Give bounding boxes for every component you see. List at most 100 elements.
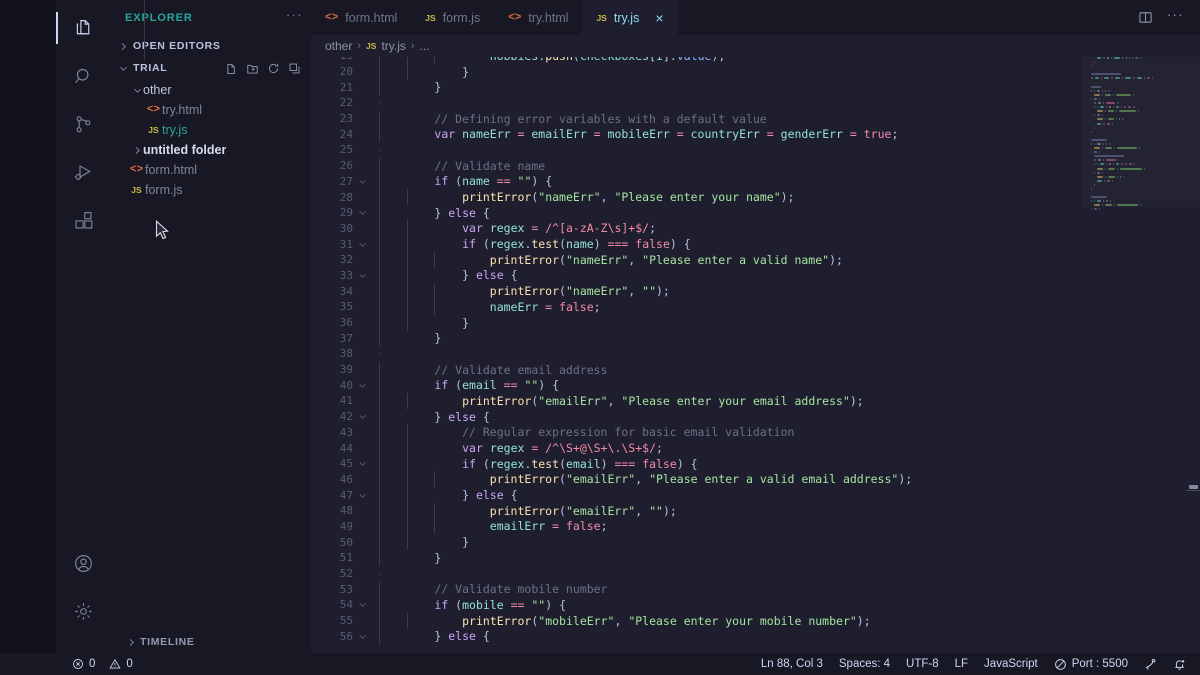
status-live-server[interactable]: Port : 5500 — [1054, 658, 1128, 671]
status-remote[interactable] — [1144, 658, 1157, 671]
code-token: , — [628, 252, 643, 267]
close-icon[interactable]: × — [655, 11, 663, 25]
section-open-editors[interactable]: OPEN EDITORS — [111, 35, 311, 57]
activity-item-search[interactable] — [56, 52, 111, 100]
split-editor-icon[interactable] — [1138, 10, 1153, 25]
fold-chevron-down-icon[interactable] — [355, 632, 369, 641]
code-line[interactable]: 41 printError("emailErr", "Please enter … — [311, 392, 1200, 409]
code-line[interactable]: 19 hobbies.push(checkboxes[i].value); — [311, 57, 1200, 64]
code-line[interactable]: 47 } else { — [311, 487, 1200, 504]
status-encoding[interactable]: UTF-8 — [906, 658, 939, 670]
fold-chevron-down-icon[interactable] — [355, 271, 369, 280]
code-line[interactable]: 29 } else { — [311, 204, 1200, 221]
code-line[interactable]: 30 var regex = /^[a-zA-Z\s]+$/; — [311, 220, 1200, 237]
status-problems[interactable]: 0 0 — [72, 658, 133, 670]
code-line[interactable]: 20 } — [311, 63, 1200, 80]
code-line[interactable]: 56 } else { — [311, 628, 1200, 645]
code-line[interactable]: 48 printError("emailErr", ""); — [311, 502, 1200, 519]
tree-item-untitled-folder[interactable]: untitled folder — [111, 140, 311, 160]
editor-scrollbar[interactable] — [1186, 57, 1200, 653]
fold-chevron-down-icon[interactable] — [355, 208, 369, 217]
code-line[interactable]: 50 } — [311, 534, 1200, 551]
activity-item-extensions[interactable] — [56, 196, 111, 244]
tab-form-html[interactable]: <> form.html — [311, 0, 412, 35]
tab-form-js[interactable]: JS form.js — [411, 0, 495, 35]
code-line[interactable]: 33 } else { — [311, 267, 1200, 284]
fold-chevron-down-icon[interactable] — [355, 240, 369, 249]
code-token: /^\S+@\S+\.\S+$/ — [545, 441, 656, 456]
editor-more-actions[interactable]: ··· — [1167, 8, 1184, 24]
status-indentation[interactable]: Spaces: 4 — [839, 658, 890, 670]
minimap-slider[interactable] — [1082, 57, 1200, 207]
new-folder-icon[interactable] — [246, 62, 259, 75]
tree-item-form-html[interactable]: <> form.html — [111, 160, 311, 180]
new-file-icon[interactable] — [225, 62, 238, 75]
tree-item-try-js[interactable]: JS try.js — [111, 120, 311, 140]
status-cursor-position[interactable]: Ln 88, Col 3 — [761, 658, 823, 670]
code-line[interactable]: 54 if (mobile == "") { — [311, 596, 1200, 613]
code-line[interactable]: 27 if (name == "") { — [311, 173, 1200, 190]
scrollbar-thumb[interactable] — [1189, 485, 1198, 489]
breadcrumb-folder[interactable]: other — [325, 39, 352, 53]
code-line[interactable]: 23 // Defining error variables with a de… — [311, 110, 1200, 127]
collapse-all-icon[interactable] — [288, 62, 301, 75]
fold-chevron-down-icon[interactable] — [355, 177, 369, 186]
code-line[interactable]: 32 printError("nameErr", "Please enter a… — [311, 251, 1200, 268]
code-line[interactable]: 55 printError("mobileErr", "Please enter… — [311, 612, 1200, 629]
code-line[interactable]: 46 printError("emailErr", "Please enter … — [311, 471, 1200, 488]
activity-item-accounts[interactable] — [56, 539, 111, 587]
activity-item-source-control[interactable] — [56, 100, 111, 148]
code-line[interactable]: 53 // Validate mobile number — [311, 581, 1200, 598]
code-line[interactable]: 40 if (email == "") { — [311, 377, 1200, 394]
code-line[interactable]: 34 printError("nameErr", ""); — [311, 283, 1200, 300]
refresh-icon[interactable] — [267, 62, 280, 75]
fold-chevron-down-icon[interactable] — [355, 459, 369, 468]
breadcrumb-file[interactable]: try.js — [381, 39, 405, 53]
tab-try-html[interactable]: <> try.html — [494, 0, 583, 35]
code-line[interactable]: 21 } — [311, 79, 1200, 96]
code-line[interactable]: 22 — [311, 95, 1200, 111]
section-workspace[interactable]: TRIAL — [111, 57, 311, 79]
code-line[interactable]: 39 // Validate email address — [311, 361, 1200, 378]
code-text: // Validate name — [369, 157, 545, 174]
code-line[interactable]: 24 var nameErr = emailErr = mobileErr = … — [311, 126, 1200, 143]
fold-chevron-down-icon[interactable] — [355, 412, 369, 421]
code-editor[interactable]: 19 hobbies.push(checkboxes[i].value);20 … — [311, 57, 1200, 653]
code-line[interactable]: 44 var regex = /^\S+@\S+\.\S+$/; — [311, 440, 1200, 457]
tree-item-form-js[interactable]: JS form.js — [111, 180, 311, 200]
code-line[interactable]: 52 — [311, 566, 1200, 582]
tab-try-js[interactable]: JS try.js × — [582, 0, 678, 35]
code-line[interactable]: 45 if (regex.test(email) === false) { — [311, 455, 1200, 472]
breadcrumb-symbol[interactable]: ... — [420, 39, 430, 53]
code-line[interactable]: 51 } — [311, 549, 1200, 566]
sidebar-more-actions[interactable]: ··· — [286, 8, 303, 26]
code-token: ; — [891, 127, 899, 142]
tree-item-try-html[interactable]: <> try.html — [111, 100, 311, 120]
code-line[interactable]: 36 } — [311, 314, 1200, 331]
code-token: ( — [573, 57, 580, 63]
status-eol[interactable]: LF — [955, 658, 968, 670]
code-line[interactable]: 42 } else { — [311, 408, 1200, 425]
code-line[interactable]: 49 emailErr = false; — [311, 518, 1200, 535]
activity-item-run-and-debug[interactable] — [56, 148, 111, 196]
code-line[interactable]: 38 — [311, 346, 1200, 362]
code-line[interactable]: 43 // Regular expression for basic email… — [311, 424, 1200, 441]
fold-chevron-down-icon[interactable] — [355, 491, 369, 500]
activity-item-explorer[interactable] — [56, 4, 111, 52]
tree-item-other[interactable]: other — [111, 80, 311, 100]
code-line[interactable]: 37 } — [311, 330, 1200, 347]
code-line[interactable]: 26 // Validate name — [311, 157, 1200, 174]
code-line[interactable]: 31 if (regex.test(name) === false) { — [311, 236, 1200, 253]
fold-chevron-down-icon[interactable] — [355, 381, 369, 390]
code-line[interactable]: 35 nameErr = false; — [311, 298, 1200, 315]
code-token: } — [379, 80, 442, 95]
section-timeline[interactable]: TIMELINE — [111, 631, 311, 653]
fold-chevron-down-icon[interactable] — [355, 600, 369, 609]
code-line[interactable]: 28 printError("nameErr", "Please enter y… — [311, 189, 1200, 206]
line-number: 47 — [339, 488, 353, 502]
status-language-mode[interactable]: JavaScript — [984, 658, 1038, 670]
code-line[interactable]: 25 — [311, 142, 1200, 158]
status-notifications[interactable] — [1173, 658, 1186, 671]
activity-item-settings[interactable] — [56, 587, 111, 635]
